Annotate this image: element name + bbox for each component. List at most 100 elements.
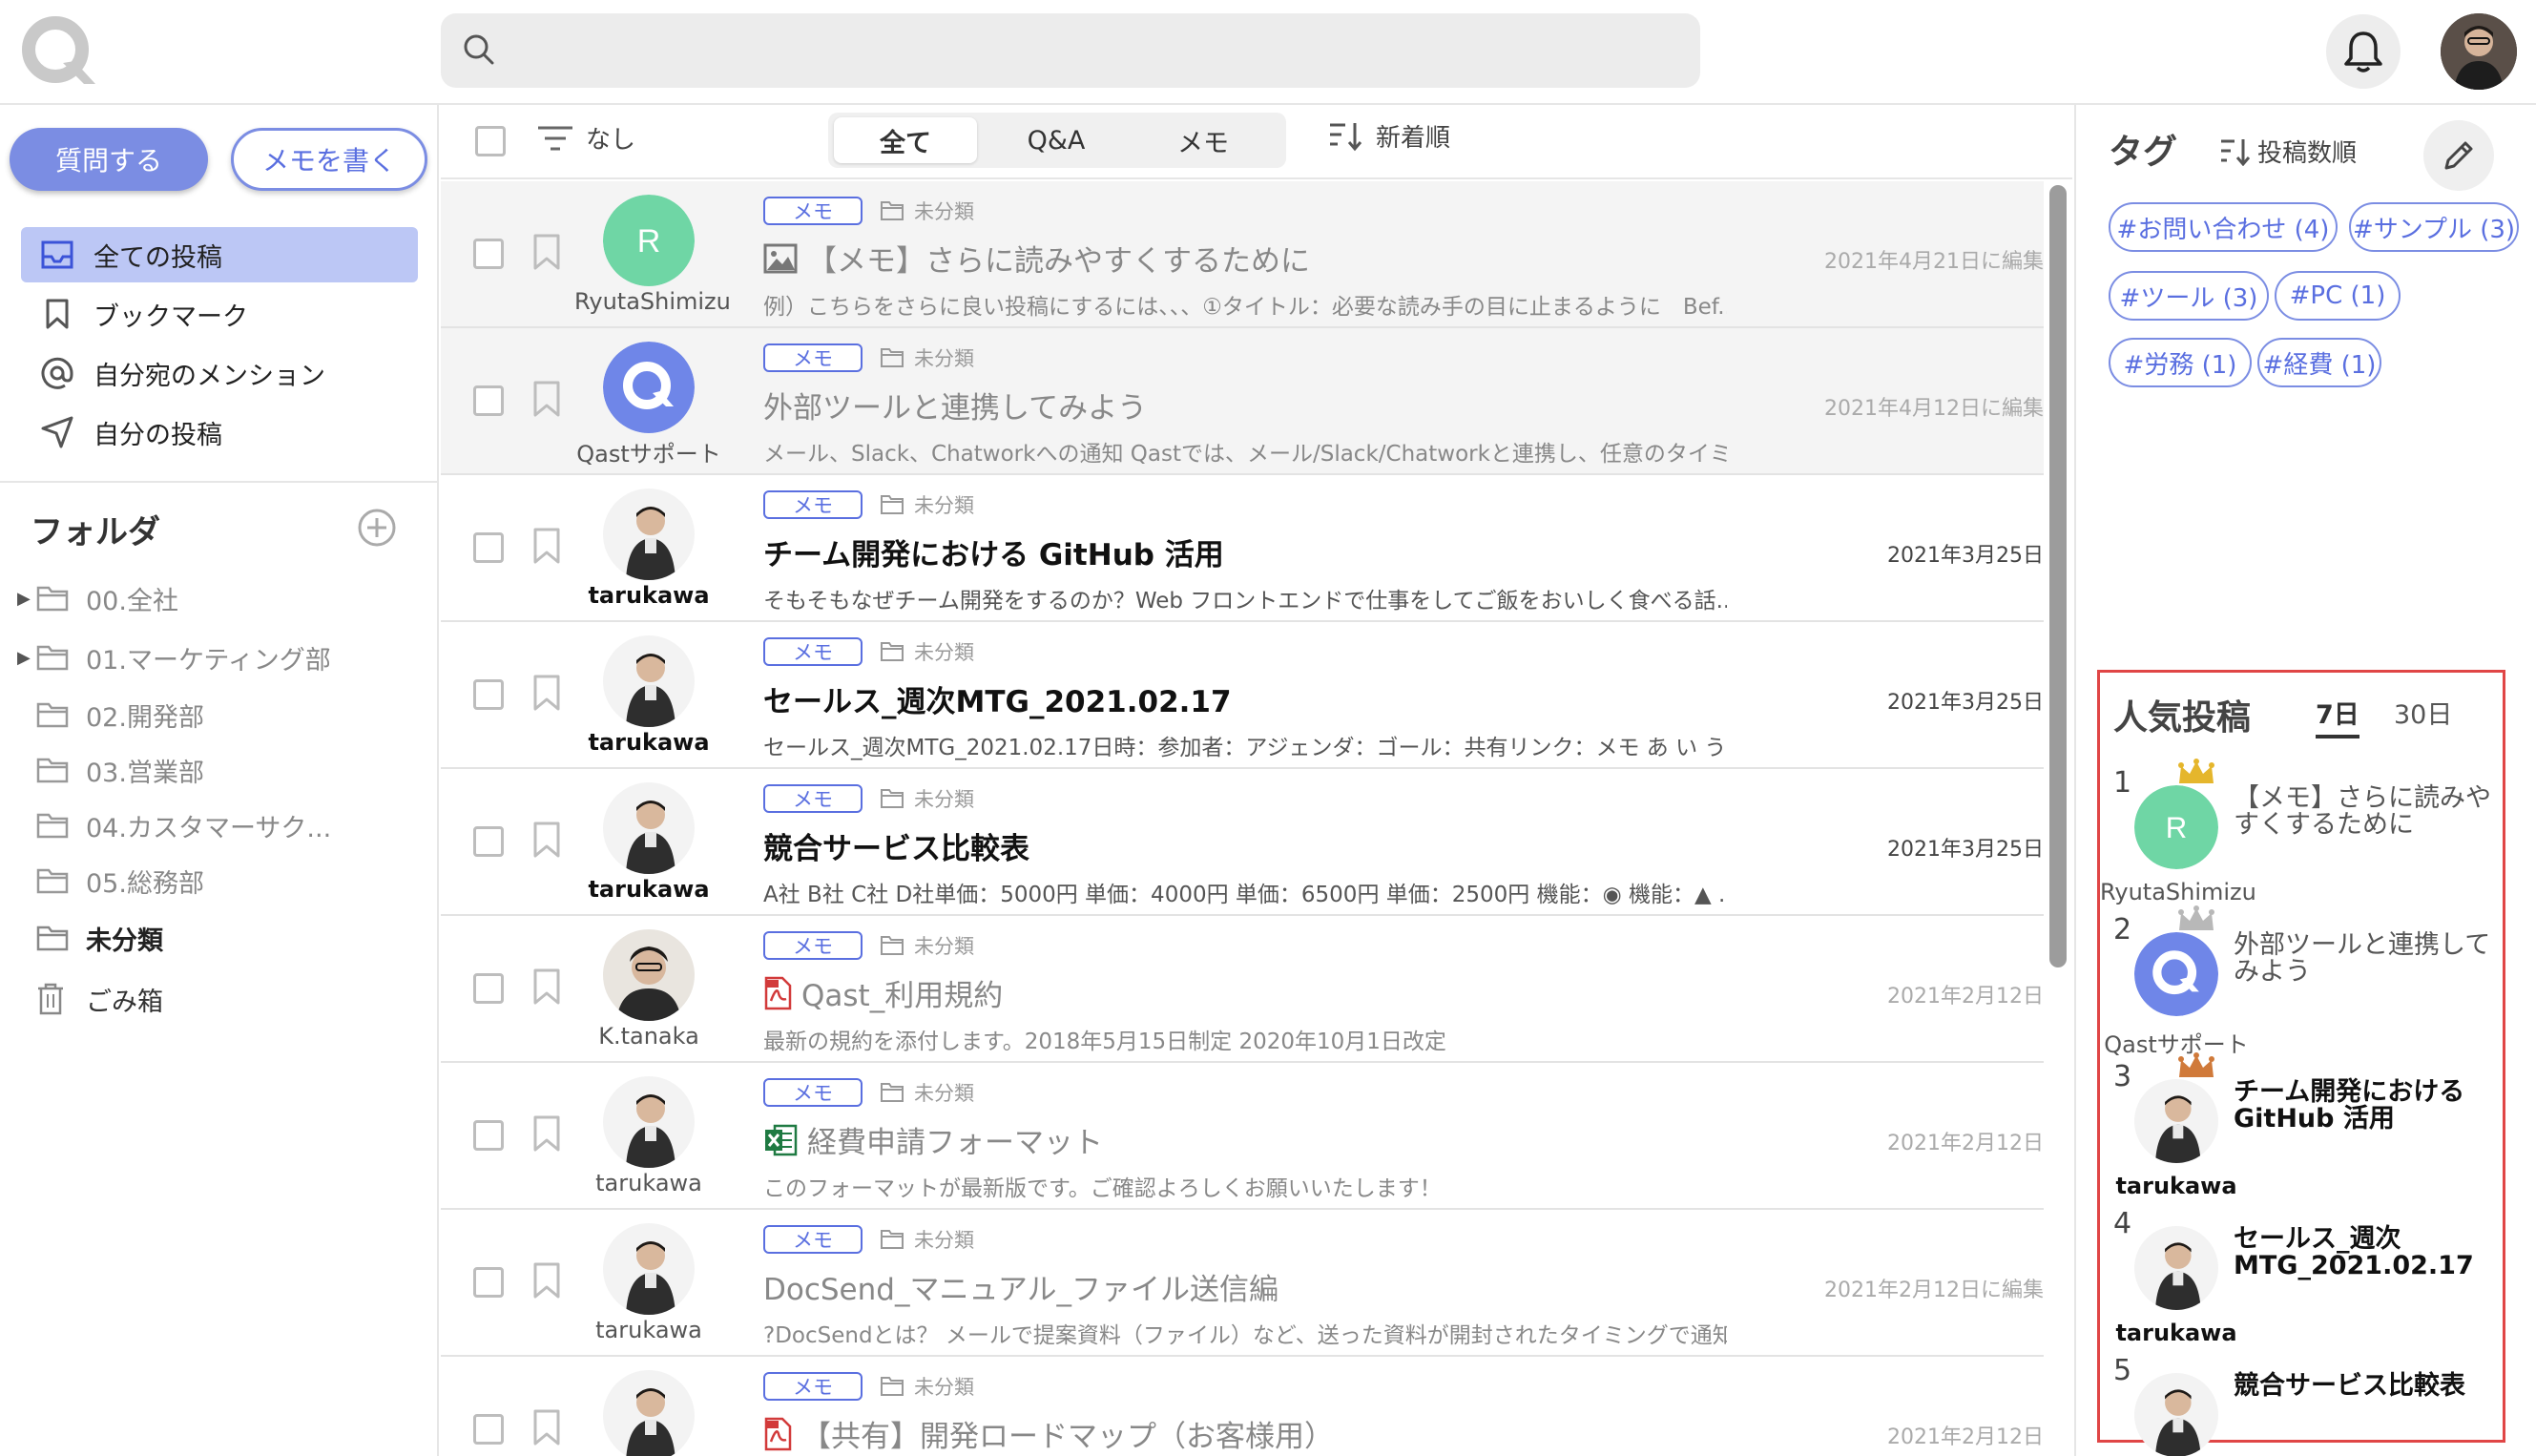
post-category[interactable]: 未分類 <box>880 1372 974 1401</box>
post-row[interactable]: K.tanaka メモ 未分類 Qast_利用規約 最新の規約を添付します。20… <box>441 916 2044 1063</box>
post-checkbox[interactable] <box>473 826 504 857</box>
bookmark-icon[interactable] <box>532 233 561 271</box>
popular-post-item[interactable]: 2 外部ツールと連携してみよう Qastサポート <box>2100 905 2503 1060</box>
author-avatar[interactable] <box>2134 1079 2218 1163</box>
post-category[interactable]: 未分類 <box>880 343 974 372</box>
folder-item[interactable]: 03.営業部 <box>17 746 204 794</box>
post-title[interactable]: DocSend_マニュアル_ファイル送信編 <box>763 1265 1278 1308</box>
tag-chip[interactable]: #ツール (3) <box>2109 271 2269 321</box>
post-category[interactable]: 未分類 <box>880 637 974 666</box>
bookmark-icon[interactable] <box>532 380 561 418</box>
post-title[interactable]: 外部ツールと連携してみよう <box>763 384 1147 426</box>
expand-arrow-icon[interactable]: ▶ <box>17 648 36 668</box>
post-checkbox[interactable] <box>473 385 504 416</box>
tag-chip[interactable]: #PC (1) <box>2275 271 2401 321</box>
post-checkbox[interactable] <box>473 239 504 269</box>
post-row[interactable]: tarukawa メモ 未分類 DocSend_マニュアル_ファイル送信編 ?D… <box>441 1210 2044 1357</box>
author-avatar[interactable]: R <box>2134 785 2218 869</box>
author-name[interactable]: tarukawa <box>574 1170 723 1196</box>
sidebar-item-my-posts[interactable]: 自分の投稿 <box>21 405 418 460</box>
post-checkbox[interactable] <box>473 679 504 710</box>
bookmark-icon[interactable] <box>532 674 561 712</box>
folder-item[interactable]: 02.開発部 <box>17 691 204 738</box>
post-category[interactable]: 未分類 <box>880 1078 974 1107</box>
scrollbar[interactable] <box>2049 185 2067 967</box>
post-category[interactable]: 未分類 <box>880 197 974 225</box>
popular-post-title[interactable]: 【メモ】さらに読みやすくするために <box>2234 785 2491 839</box>
search-input[interactable] <box>441 13 1700 88</box>
folder-item-uncategorized[interactable]: 未分類 <box>17 914 163 962</box>
post-title[interactable]: Qast_利用規約 <box>763 971 1003 1014</box>
popular-post-item[interactable]: 5 競合サービス比較表 <box>2100 1354 2503 1456</box>
post-title[interactable]: 経費申請フォーマット <box>763 1118 1103 1161</box>
post-category[interactable]: 未分類 <box>880 490 974 519</box>
author-avatar[interactable] <box>603 1370 695 1456</box>
folder-item[interactable]: ▶ 01.マーケティング部 <box>17 634 331 681</box>
author-name[interactable]: tarukawa <box>574 582 723 609</box>
post-row[interactable]: Qastサポート メモ 未分類 外部ツールと連携してみよう メール、Slack、… <box>441 328 2044 475</box>
post-title[interactable]: 【メモ】さらに読みやすくするために <box>763 237 1310 280</box>
post-row[interactable]: tarukawa メモ 未分類 チーム開発における GitHub 活用 そもそも… <box>441 475 2044 622</box>
author-name[interactable]: RyutaShimizu <box>574 288 731 315</box>
post-title[interactable]: 競合サービス比較表 <box>763 824 1029 867</box>
author-name[interactable]: tarukawa <box>2100 1320 2253 1346</box>
tag-chip[interactable]: #サンプル (3) <box>2349 202 2519 252</box>
author-avatar[interactable] <box>603 782 695 874</box>
post-row[interactable]: tarukawa メモ 未分類 経費申請フォーマット このフォーマットが最新版で… <box>441 1063 2044 1210</box>
tag-chip[interactable]: #労務 (1) <box>2109 338 2252 387</box>
author-avatar[interactable] <box>2134 1226 2218 1310</box>
expand-arrow-icon[interactable]: ▶ <box>17 589 36 609</box>
tab-qa[interactable]: Q&A <box>985 117 1128 163</box>
popular-post-title[interactable]: セールス_週次MTG_2021.02.17 <box>2234 1226 2491 1279</box>
bookmark-icon[interactable] <box>532 1261 561 1300</box>
bookmark-icon[interactable] <box>532 821 561 859</box>
author-name[interactable]: tarukawa <box>574 876 723 903</box>
tab-memo[interactable]: メモ <box>1132 117 1275 163</box>
bookmark-icon[interactable] <box>532 967 561 1006</box>
bookmark-icon[interactable] <box>532 1114 561 1153</box>
tag-chip[interactable]: #経費 (1) <box>2257 338 2381 387</box>
post-title[interactable]: チーム開発における GitHub 活用 <box>763 530 1224 573</box>
author-avatar[interactable]: R <box>603 195 695 286</box>
tab-all[interactable]: 全て <box>834 117 977 163</box>
folder-item[interactable]: 05.総務部 <box>17 857 204 905</box>
post-category[interactable]: 未分類 <box>880 784 974 813</box>
author-name[interactable]: tarukawa <box>2100 1173 2253 1199</box>
folder-item[interactable]: ▶ 00.全社 <box>17 574 178 622</box>
bookmark-icon[interactable] <box>532 527 561 565</box>
post-title[interactable]: セールス_週次MTG_2021.02.17 <box>763 677 1232 720</box>
popular-post-item[interactable]: 1 R 【メモ】さらに読みやすくするために RyutaShimizu <box>2100 759 2503 913</box>
post-checkbox[interactable] <box>473 1414 504 1445</box>
post-category[interactable]: 未分類 <box>880 1225 974 1254</box>
folder-item-trash[interactable]: ごみ箱 <box>17 975 163 1023</box>
sidebar-item-all-posts[interactable]: 全ての投稿 <box>21 227 418 282</box>
post-row[interactable]: tarukawa メモ 未分類 競合サービス比較表 A社 B社 C社 D社単価：… <box>441 769 2044 916</box>
post-checkbox[interactable] <box>473 1120 504 1151</box>
author-avatar[interactable] <box>603 929 695 1021</box>
author-name[interactable]: K.tanaka <box>574 1023 723 1050</box>
author-name[interactable]: tarukawa <box>574 729 723 756</box>
post-checkbox[interactable] <box>473 973 504 1004</box>
qast-logo-icon[interactable] <box>21 15 97 90</box>
sort-button[interactable]: 新着順 <box>1328 118 1450 154</box>
post-row[interactable]: R RyutaShimizu メモ 未分類 【メモ】さらに読みやすくするために … <box>441 181 2044 328</box>
write-memo-button[interactable]: メモを書く <box>231 128 427 191</box>
popular-post-title[interactable]: 外部ツールと連携してみよう <box>2234 932 2491 986</box>
period-tab-7d[interactable]: 7日 <box>2316 694 2359 738</box>
add-folder-icon[interactable] <box>357 508 397 548</box>
author-avatar[interactable] <box>603 635 695 727</box>
post-title[interactable]: 【共有】開発ロードマップ（お客様用） <box>763 1412 1334 1455</box>
post-checkbox[interactable] <box>473 1267 504 1298</box>
notification-bell-button[interactable] <box>2326 14 2401 89</box>
bookmark-icon[interactable] <box>532 1408 561 1446</box>
tag-sort-button[interactable]: 投稿数順 <box>2219 134 2357 169</box>
sidebar-item-mentions[interactable]: 自分宛のメンション <box>21 345 418 401</box>
edit-tags-button[interactable] <box>2423 120 2494 191</box>
post-row[interactable]: tarukawa メモ 未分類 セールス_週次MTG_2021.02.17 セー… <box>441 622 2044 769</box>
author-avatar[interactable] <box>603 1223 695 1315</box>
author-avatar[interactable] <box>603 342 695 433</box>
author-avatar[interactable] <box>2134 1373 2218 1456</box>
user-avatar[interactable] <box>2441 13 2517 90</box>
sidebar-item-bookmarks[interactable]: ブックマーク <box>21 286 418 342</box>
ask-question-button[interactable]: 質問する <box>10 128 208 191</box>
